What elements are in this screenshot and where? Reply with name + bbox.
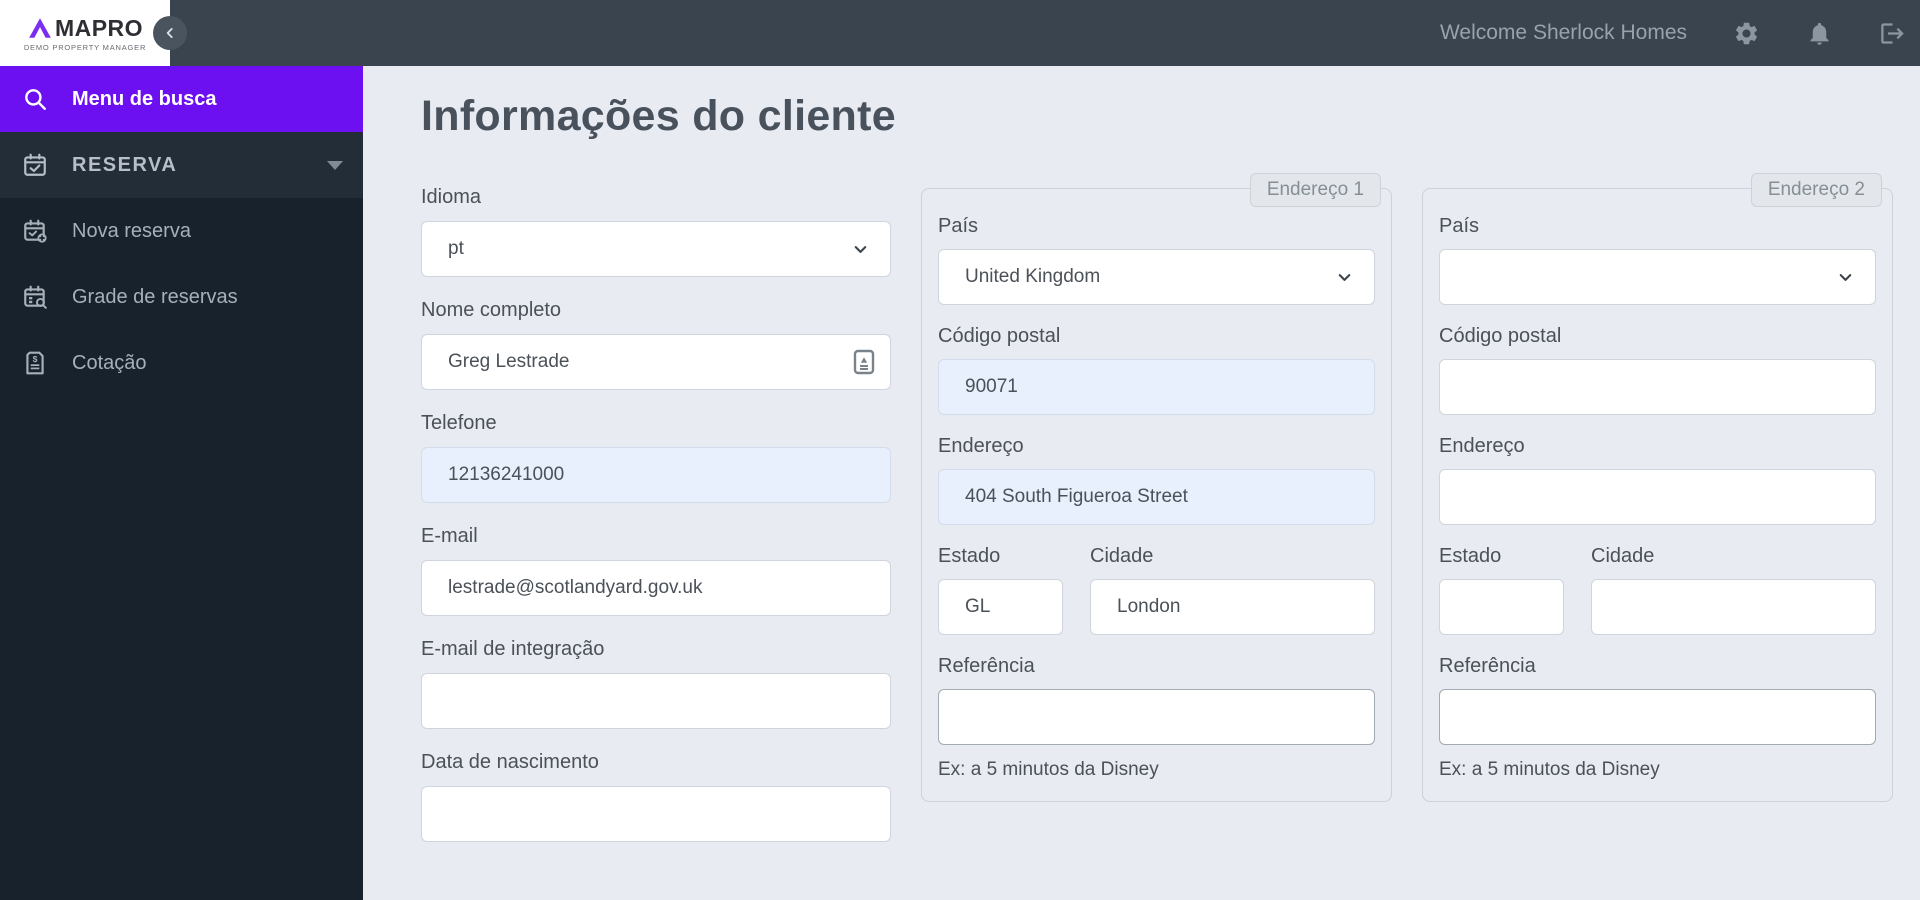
brand-mark-icon	[29, 18, 51, 38]
sidebar-item-label: Nova reserva	[72, 219, 191, 242]
data-nascimento-input[interactable]	[421, 786, 891, 842]
chevron-down-icon	[327, 160, 343, 170]
estado-input-1[interactable]	[938, 579, 1063, 635]
nome-completo-input[interactable]	[421, 334, 891, 390]
cidade-input-1[interactable]	[1090, 579, 1375, 635]
main-content: Informações do cliente Idioma pt Nome co…	[363, 66, 1920, 900]
email-integracao-input[interactable]	[421, 673, 891, 729]
referencia-label: Referência	[938, 655, 1035, 677]
email-input[interactable]	[421, 560, 891, 616]
nome-completo-label: Nome completo	[421, 299, 562, 321]
sidebar-section-reserva[interactable]: RESERVA	[0, 132, 363, 198]
data-nascimento-label: Data de nascimento	[421, 751, 599, 773]
endereco-input-1[interactable]	[938, 469, 1375, 525]
app-window: MAPRO DEMO PROPERTY MANAGER Welcome Sher…	[0, 0, 1920, 900]
top-bar: MAPRO DEMO PROPERTY MANAGER Welcome Sher…	[0, 0, 1920, 66]
pais-label: País	[1439, 215, 1480, 237]
estado-label: Estado	[1439, 545, 1502, 567]
calendar-plus-icon	[24, 219, 47, 243]
chevron-down-icon	[1839, 273, 1852, 281]
client-info-form: Idioma pt Nome completo Greg Lestrade Te…	[421, 175, 891, 864]
telefone-label: Telefone	[421, 412, 497, 434]
pais-label: País	[938, 215, 979, 237]
sidebar-item-label: Menu de busca	[72, 87, 217, 110]
sidebar: Menu de busca RESERVA Nova reserva Grade…	[0, 66, 363, 900]
codigo-postal-label: Código postal	[938, 325, 1061, 347]
sidebar-item-menu-de-busca[interactable]: Menu de busca	[0, 66, 363, 132]
chevron-left-icon	[166, 28, 173, 38]
codigo-postal-input-1[interactable]	[938, 359, 1375, 415]
pais-select-1[interactable]: United Kingdom	[938, 249, 1375, 305]
referencia-input-1[interactable]	[938, 689, 1375, 745]
sidebar-item-grade-de-reservas[interactable]: Grade de reservas	[0, 264, 363, 330]
referencia-hint: Ex: a 5 minutos da Disney	[938, 759, 1159, 780]
pais-select-2[interactable]	[1439, 249, 1876, 305]
referencia-input-2[interactable]	[1439, 689, 1876, 745]
pais-selected-value: United Kingdom	[965, 266, 1101, 287]
idioma-label: Idioma	[421, 186, 482, 208]
settings-gear-icon[interactable]	[1733, 20, 1760, 47]
brand-name: MAPRO	[54, 14, 144, 41]
logout-icon[interactable]	[1879, 20, 1906, 47]
address-panel-2: Endereço 2 País Código postal Endereço E…	[1422, 173, 1893, 802]
address-2-badge: Endereço 2	[1750, 173, 1882, 207]
referencia-label: Referência	[1439, 655, 1536, 677]
cidade-label: Cidade	[1090, 545, 1154, 567]
sidebar-item-label: Grade de reservas	[72, 285, 238, 308]
telefone-input[interactable]	[421, 447, 891, 503]
chevron-down-icon	[1338, 273, 1351, 281]
estado-label: Estado	[938, 545, 1001, 567]
chevron-down-icon	[854, 245, 867, 253]
endereco-label: Endereço	[1439, 435, 1525, 457]
referencia-hint: Ex: a 5 minutos da Disney	[1439, 759, 1660, 780]
idioma-select[interactable]: pt	[421, 221, 891, 277]
estado-input-2[interactable]	[1439, 579, 1564, 635]
cidade-input-2[interactable]	[1591, 579, 1876, 635]
notifications-bell-icon[interactable]	[1806, 20, 1833, 47]
sidebar-section-label: RESERVA	[72, 153, 178, 176]
sidebar-item-nova-reserva[interactable]: Nova reserva	[0, 198, 363, 264]
calendar-check-icon	[24, 153, 46, 176]
sidebar-collapse-button[interactable]	[153, 16, 187, 50]
welcome-text: Welcome Sherlock Homes	[1439, 21, 1687, 44]
quote-document-icon: $	[26, 351, 44, 375]
sidebar-item-cotacao[interactable]: $ Cotação	[0, 330, 363, 396]
cidade-label: Cidade	[1591, 545, 1655, 567]
sidebar-item-label: Cotação	[72, 351, 147, 374]
brand-logo[interactable]: MAPRO DEMO PROPERTY MANAGER	[0, 0, 170, 66]
codigo-postal-label: Código postal	[1439, 325, 1562, 347]
email-integracao-label: E-mail de integração	[421, 638, 605, 660]
calendar-search-icon	[24, 285, 47, 309]
contact-card-icon[interactable]	[853, 349, 875, 375]
svg-text:$: $	[33, 354, 38, 364]
brand-tagline: DEMO PROPERTY MANAGER	[23, 42, 147, 52]
codigo-postal-input-2[interactable]	[1439, 359, 1876, 415]
email-label: E-mail	[421, 525, 478, 547]
endereco-label: Endereço	[938, 435, 1024, 457]
search-icon	[25, 89, 46, 110]
endereco-input-2[interactable]	[1439, 469, 1876, 525]
page-title: Informações do cliente	[421, 92, 896, 140]
address-panel-1: Endereço 1 País United Kingdom Código po…	[921, 173, 1392, 802]
address-1-badge: Endereço 1	[1249, 173, 1381, 207]
idioma-selected-value: pt	[448, 238, 464, 259]
